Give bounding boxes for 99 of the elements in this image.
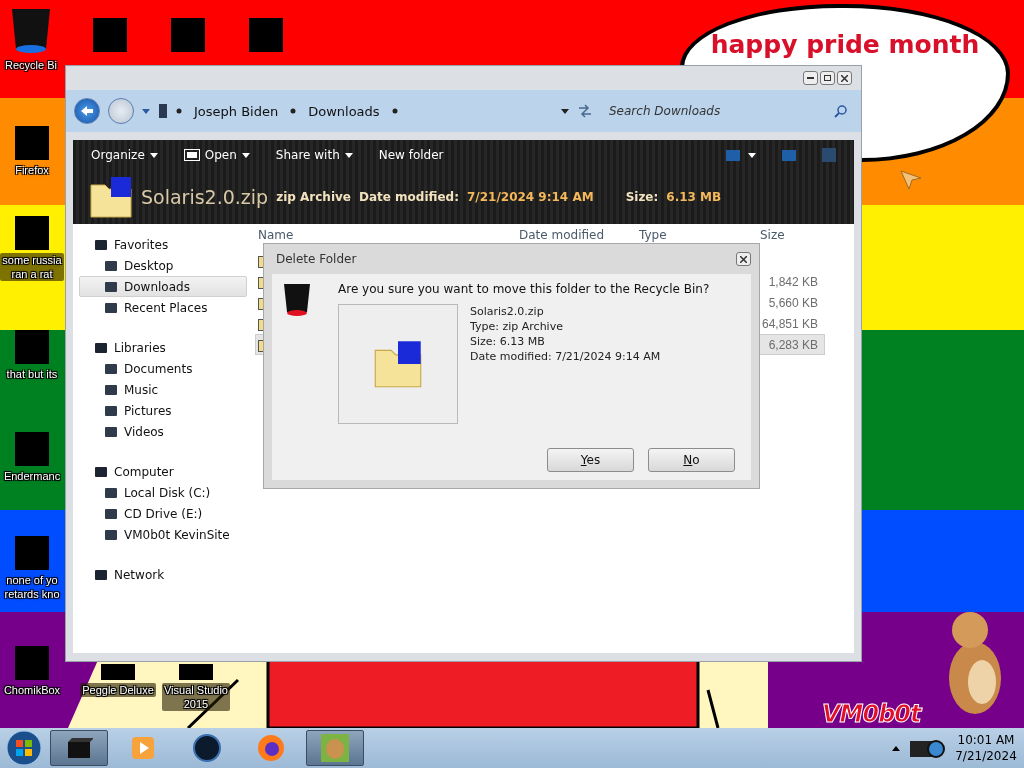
dropdown-caret-icon[interactable] (142, 108, 150, 114)
archive-app-icon (183, 149, 200, 161)
desktop-icon-label[interactable]: Endermanc (1, 469, 63, 483)
arrow-left-icon (81, 106, 93, 116)
desktop-icon-label[interactable]: that but its (4, 367, 60, 381)
folder-icon (104, 424, 118, 439)
nav-item[interactable]: Videos (79, 421, 247, 442)
close-icon (841, 74, 848, 82)
group-icon (94, 567, 108, 582)
preview-pane-icon[interactable] (782, 149, 796, 161)
dropdown-caret-icon[interactable] (561, 108, 569, 114)
column-header[interactable]: Date modified (516, 227, 636, 242)
close-icon (740, 255, 747, 263)
refresh-icon[interactable] (577, 104, 593, 118)
hamster-app-icon (320, 733, 350, 763)
nav-item[interactable]: Pictures (79, 400, 247, 421)
nav-item[interactable]: Documents (79, 358, 247, 379)
search-field[interactable]: Search Downloads (607, 103, 834, 119)
file-info-line: Date modified: 7/21/2024 9:14 AM (470, 349, 661, 364)
minimize-button[interactable] (803, 71, 818, 85)
folder-icon (104, 485, 118, 500)
folder-icon (104, 506, 118, 521)
group-icon (94, 464, 108, 479)
minimize-icon (807, 77, 814, 79)
nav-item[interactable]: Downloads (79, 276, 247, 297)
group-icon (94, 340, 108, 355)
folder-icon (104, 279, 118, 294)
clock[interactable]: 10:01 AM 7/21/2024 (952, 732, 1020, 764)
caret-icon (344, 152, 353, 158)
media-player-icon (130, 735, 156, 761)
zip-file-icon (373, 339, 423, 389)
confirm-question: Are you sure you want to move this folder to the Recycle Bin? (338, 282, 711, 296)
separator-icon (176, 108, 182, 114)
group-icon (94, 237, 108, 252)
desktop-icon-label[interactable]: none of yo retards kno (2, 573, 62, 601)
folder-icon (104, 382, 118, 397)
search-icon[interactable] (834, 104, 847, 118)
nav-item[interactable]: Music (79, 379, 247, 400)
forward-button[interactable] (108, 98, 134, 124)
maximize-icon (824, 75, 831, 81)
detail-label: Date modified: (359, 190, 459, 204)
start-button[interactable] (4, 729, 44, 767)
desktop-icon-label[interactable]: ChomikBox (1, 683, 63, 697)
toolbar-button[interactable]: Share with (275, 148, 353, 162)
toolbar-button[interactable]: New folder (378, 148, 444, 162)
nav-item[interactable]: Recent Places (79, 297, 247, 318)
view-icon[interactable] (726, 149, 740, 161)
taskbar-button[interactable] (50, 730, 108, 766)
toolbar-button[interactable]: Open (183, 148, 250, 162)
dialog-title: Delete Folder (275, 252, 357, 266)
file-info-line: Type: zip Archive (470, 319, 564, 334)
nav-item[interactable]: Libraries (79, 337, 247, 358)
column-header[interactable]: Name (255, 227, 516, 242)
folder-icon (104, 403, 118, 418)
close-button[interactable] (736, 252, 751, 266)
nav-item[interactable]: Desktop (79, 255, 247, 276)
nav-item[interactable]: Favorites (79, 234, 247, 255)
file-info-line: Solaris2.0.zip (470, 304, 545, 319)
column-header[interactable]: Size (757, 227, 827, 242)
cursor-icon (900, 170, 922, 190)
folder-icon (104, 258, 118, 273)
tray-arrow-icon[interactable] (892, 745, 900, 751)
toolbar-button[interactable]: Organize (91, 148, 158, 162)
separator-icon (290, 108, 297, 114)
breadcrumb-item[interactable]: Downloads (304, 103, 384, 119)
maximize-button[interactable] (820, 71, 835, 85)
detail-value: 6.13 MB (666, 190, 722, 204)
desktop-icon-label[interactable]: some russia ran a rat (0, 253, 64, 281)
zip-folder-icon (89, 175, 133, 219)
close-button[interactable] (837, 71, 852, 85)
recycle-bin-icon (282, 282, 312, 318)
logo-text: VM0b0t (822, 700, 921, 728)
desktop-icon-label[interactable]: Visual Studio 2015 (162, 683, 230, 711)
file-info-line: Size: 6.13 MB (470, 334, 546, 349)
nav-item[interactable]: CD Drive (E:) (79, 503, 247, 524)
folder-icon (104, 527, 118, 542)
caret-icon[interactable] (748, 152, 756, 158)
nav-item[interactable]: Network (79, 564, 247, 585)
back-button[interactable] (74, 98, 100, 124)
computer-icon (158, 103, 168, 119)
detail-value: 7/21/2024 9:14 AM (466, 190, 594, 204)
caret-icon (241, 152, 250, 158)
box-icon (65, 736, 93, 760)
desktop-icon-label[interactable]: Recycle Bi (3, 58, 59, 72)
nav-item[interactable]: VM0b0t KevinSite (79, 524, 247, 545)
detail-label: Size: (625, 190, 659, 204)
file-type: zip Archive (276, 190, 351, 204)
folder-icon (104, 300, 118, 315)
yes-button[interactable]: Yes (547, 448, 634, 472)
folder-icon (104, 361, 118, 376)
breadcrumb-item[interactable]: Joseph Biden (190, 103, 283, 119)
separator-icon (391, 108, 398, 114)
no-button[interactable]: No (648, 448, 735, 472)
nav-item[interactable]: Computer (79, 461, 247, 482)
nav-item[interactable]: Local Disk (C:) (79, 482, 247, 503)
column-header[interactable]: Type (636, 227, 757, 242)
file-name: Solaris2.0.zip (141, 186, 269, 208)
caret-icon (149, 152, 158, 158)
bubble-text: happy pride month (710, 30, 980, 60)
